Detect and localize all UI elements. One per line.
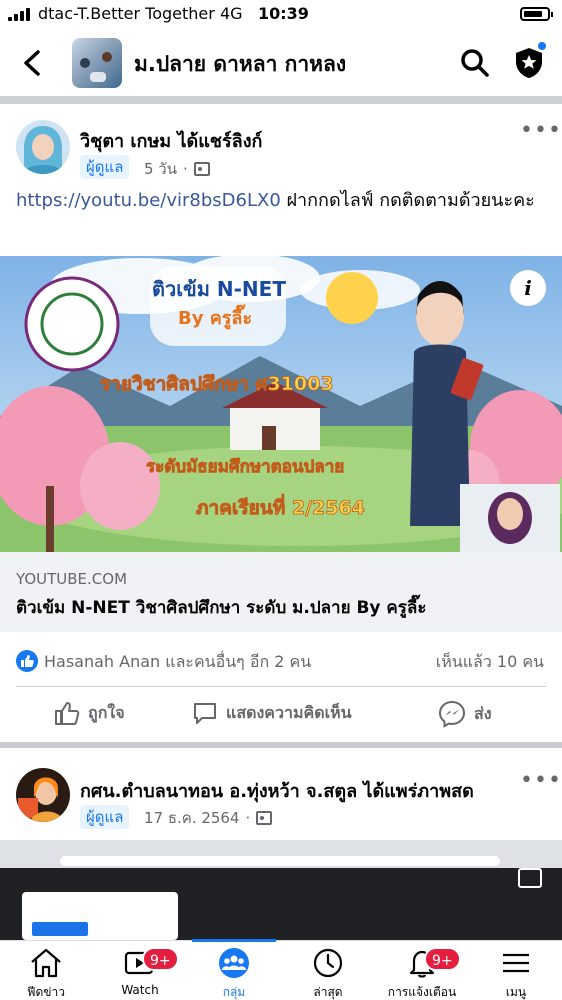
post-actions: ถูกใจ แสดงความคิดเห็น ส่ง <box>0 690 562 740</box>
live-video-preview[interactable] <box>0 840 562 940</box>
admin-badge: ผู้ดูแล <box>80 805 130 829</box>
link-preview-image[interactable]: ติวเข้ม N-NET By ครูลี๊ะ รายวิชาศิลปศึกษ… <box>0 256 562 552</box>
menu-icon <box>503 953 529 973</box>
tab-groups[interactable]: กลุ่ม <box>194 941 274 1000</box>
like-icon <box>55 702 80 725</box>
reactors-text[interactable]: Hasanah Anan และคนอื่นๆ อีก 2 คน <box>44 650 311 675</box>
post-action: ได้แชร์ลิงก์ <box>177 131 263 152</box>
more-options-icon[interactable]: ••• <box>520 768 562 793</box>
thumb-title: ติวเข้ม N-NET <box>152 277 286 301</box>
link-domain: YOUTUBE.COM <box>16 570 128 588</box>
tab-news-feed[interactable]: ฟีดข่าว <box>6 941 86 1000</box>
post-text: https://youtu.be/vir8bsD6LX0 ฝากกดไลฟ์ ก… <box>16 190 535 211</box>
post-time[interactable]: 17 ธ.ค. 2564 <box>144 806 240 830</box>
post-time[interactable]: 5 วัน <box>144 157 177 181</box>
notifications-badge: 9+ <box>424 947 461 971</box>
link-preview-card[interactable]: YOUTUBE.COM ติวเข้ม N-NET วิชาศิลปศึกษา … <box>0 552 562 632</box>
browser-url-bar <box>60 856 500 866</box>
section-divider <box>0 742 562 748</box>
watch-badge: 9+ <box>142 947 179 971</box>
thumb-course: รายวิชาศิลปศึกษา ศ31003 <box>100 373 334 395</box>
battery-icon <box>520 7 553 21</box>
thumb-term: ภาคเรียนที่ 2/2564 <box>196 494 365 519</box>
post-author: กศน.ตำบลนาทอน อ.ทุ่งหว้า จ.สตูล ได้แพร่ภ… <box>80 776 474 805</box>
post-meta: 5 วัน · <box>144 157 210 181</box>
groups-icon <box>219 948 249 978</box>
info-icon[interactable]: i <box>510 270 546 306</box>
carrier-label: dtac-T.Better Together 4G <box>38 4 243 23</box>
post-action: ได้แพร่ภาพสด <box>363 781 474 802</box>
messenger-icon <box>438 700 466 728</box>
author-name[interactable]: กศน.ตำบลนาทอน อ.ทุ่งหว้า จ.สตูล <box>80 781 357 802</box>
more-options-icon[interactable]: ••• <box>520 118 562 143</box>
avatar[interactable] <box>16 768 70 822</box>
post-author: วิชุตา เกษม ได้แชร์ลิงก์ <box>80 126 262 155</box>
like-button[interactable]: ถูกใจ <box>54 700 125 726</box>
comment-icon <box>194 703 216 724</box>
admin-badge: ผู้ดูแล <box>80 155 130 179</box>
messenger-send-button[interactable]: ส่ง <box>438 700 492 728</box>
tab-recent[interactable]: ล่าสุด <box>288 941 368 1000</box>
avatar[interactable] <box>16 120 70 174</box>
post-meta: 17 ธ.ค. 2564 · <box>144 806 273 830</box>
notification-dot <box>538 42 546 50</box>
status-bar: dtac-T.Better Together 4G 10:39 <box>0 0 562 30</box>
search-icon[interactable] <box>460 48 490 78</box>
link-title: ติวเข้ม N-NET วิชาศิลปศึกษา ระดับ ม.ปลาย… <box>16 598 427 618</box>
group-header: ม.ปลาย ดาหลา กาหลง <box>0 30 562 96</box>
admin-shield-icon[interactable] <box>512 46 546 80</box>
group-cover-thumbnail[interactable] <box>72 38 122 88</box>
tab-menu[interactable]: เมนู <box>476 941 556 1000</box>
like-reaction-icon <box>16 650 38 672</box>
seen-by-text[interactable]: เห็นแล้ว 10 คน <box>436 650 544 675</box>
section-divider <box>0 96 562 104</box>
clock: 10:39 <box>258 4 309 23</box>
meet-dialog <box>22 892 178 940</box>
dialog-button <box>32 922 88 936</box>
group-title[interactable]: ม.ปลาย ดาหลา กาหลง <box>134 48 346 81</box>
clock-icon <box>313 948 343 978</box>
comment-button[interactable]: แสดงความคิดเห็น <box>192 700 352 726</box>
signal-icon <box>8 8 30 21</box>
group-privacy-icon <box>193 162 210 176</box>
bottom-navigation: ฟีดข่าว Watch 9+ กลุ่ม ล่าสุด การแจ้งเตื… <box>0 939 562 1000</box>
group-privacy-icon <box>256 811 273 825</box>
thumb-level: ระดับมัธยมศึกษาตอนปลาย <box>146 457 344 477</box>
home-icon <box>31 948 61 978</box>
divider <box>16 686 546 687</box>
author-name[interactable]: วิชุตา เกษม <box>80 131 171 152</box>
back-arrow-icon[interactable] <box>18 46 48 80</box>
post-link[interactable]: https://youtu.be/vir8bsD6LX0 <box>16 190 281 211</box>
reactions-summary[interactable]: Hasanah Anan และคนอื่นๆ อีก 2 คน เห็นแล้… <box>0 640 562 680</box>
cast-icon <box>518 868 542 888</box>
thumb-subtitle: By ครูลี๊ะ <box>178 304 252 330</box>
